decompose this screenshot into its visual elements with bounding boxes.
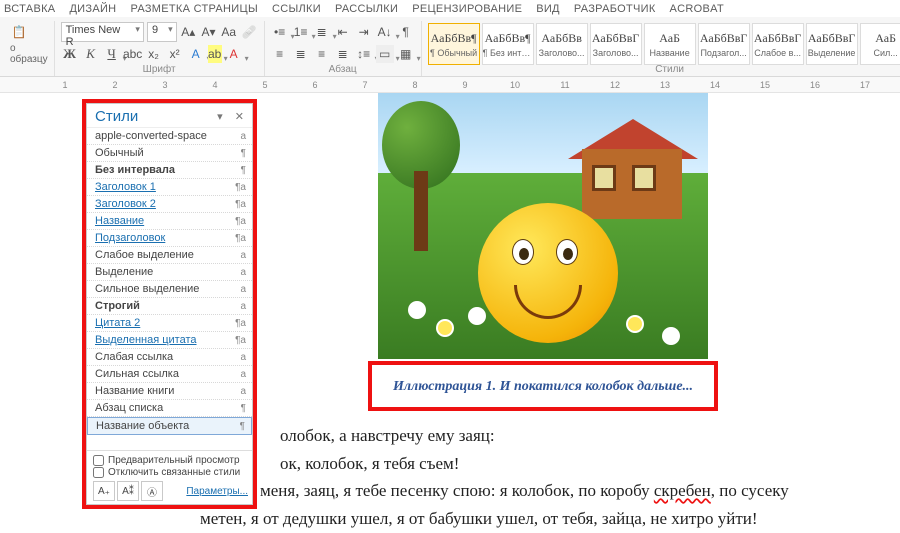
superscript-button[interactable]: x² [166, 45, 184, 63]
style-list-item[interactable]: Выделенная цитата¶a [87, 332, 252, 349]
bold-button[interactable]: Ж [61, 45, 79, 63]
manage-styles-icon[interactable]: Ⓐ [141, 481, 163, 501]
style-tile[interactable]: АаБНазвание [644, 23, 696, 65]
style-tile[interactable]: АаБбВвГПодзагол... [698, 23, 750, 65]
style-list-item[interactable]: Строгийa [87, 298, 252, 315]
preview-checkbox[interactable]: Предварительный просмотр [93, 455, 248, 466]
font-size-select[interactable]: 9 [147, 22, 177, 42]
styles-pane-title: Стили [95, 108, 138, 125]
font-group-label: Шрифт [55, 64, 264, 75]
style-list-item[interactable]: Сильное выделениеa [87, 281, 252, 298]
highlight-icon[interactable]: ab [208, 45, 222, 63]
format-painter-label[interactable]: о образцу [10, 43, 48, 65]
align-center-icon[interactable]: ≣ [292, 45, 310, 63]
line-spacing-icon[interactable]: ↕≡ [355, 45, 373, 63]
styles-gallery[interactable]: АаБбВв¶¶ ОбычныйАаБбВв¶¶ Без инте...АаБб… [428, 21, 900, 65]
style-list-item[interactable]: Название¶a [87, 213, 252, 230]
style-list-item[interactable]: Название книгиa [87, 383, 252, 400]
ribbon-tabs: ВСТАВКА ДИЗАЙН РАЗМЕТКА СТРАНИЦЫ ССЫЛКИ … [0, 0, 900, 17]
style-list-item[interactable]: Абзац списка¶ [87, 400, 252, 417]
new-style-icon[interactable]: A₊ [93, 481, 115, 501]
align-left-icon[interactable]: ≡ [271, 45, 289, 63]
justify-icon[interactable]: ≣ [334, 45, 352, 63]
style-list-item[interactable]: Заголовок 2¶a [87, 196, 252, 213]
tab-layout[interactable]: РАЗМЕТКА СТРАНИЦЫ [130, 3, 258, 15]
illustration-caption[interactable]: Иллюстрация 1. И покатился колобок дальш… [393, 379, 693, 394]
italic-button[interactable]: К [82, 45, 100, 63]
disable-linked-checkbox[interactable]: Отключить связанные стили [93, 467, 248, 478]
pane-close-icon[interactable]: ✕ [235, 111, 246, 123]
style-tile[interactable]: АаБбВвГСлабое в... [752, 23, 804, 65]
document-area: Стили ▾ ✕ apple-converted-spaceaОбычный¶… [0, 93, 900, 515]
document-text[interactable]: олобок, а навстречу ему заяц: ок, колобо… [200, 423, 890, 533]
shrink-font-icon[interactable]: A▾ [200, 23, 217, 41]
style-tile[interactable]: АаБСил... [860, 23, 900, 65]
pane-dropdown-icon[interactable]: ▾ [217, 111, 225, 123]
caption-frame: Иллюстрация 1. И покатился колобок дальш… [368, 361, 718, 411]
styles-pane-list[interactable]: apple-converted-spaceaОбычный¶Без интерв… [87, 127, 252, 450]
styles-group-label: Стили [422, 64, 900, 75]
style-list-item[interactable]: apple-converted-spacea [87, 128, 252, 145]
style-list-item[interactable]: Подзаголовок¶a [87, 230, 252, 247]
style-inspector-icon[interactable]: A⁑ [117, 481, 139, 501]
indent-right-icon[interactable]: ⇥ [355, 23, 373, 41]
tab-acrobat[interactable]: ACROBAT [670, 3, 724, 15]
sort-icon[interactable]: A↓ [376, 23, 394, 41]
style-list-item[interactable]: Цитата 2¶a [87, 315, 252, 332]
font-color-icon[interactable]: A [225, 45, 243, 63]
style-tile[interactable]: АаБбВвЗаголово... [536, 23, 588, 65]
style-tile[interactable]: АаБбВв¶¶ Обычный [428, 23, 480, 65]
style-tile[interactable]: АаБбВв¶¶ Без инте... [482, 23, 534, 65]
ribbon: 📋 о образцу Times New R 9 A▴ A▾ Aa 🩹 Ж К… [0, 17, 900, 77]
styles-pane: Стили ▾ ✕ apple-converted-spaceaОбычный¶… [86, 103, 253, 505]
style-list-item[interactable]: Заголовок 1¶a [87, 179, 252, 196]
paragraph-group-label: Абзац [265, 64, 421, 75]
style-tile[interactable]: АаБбВвГЗаголово... [590, 23, 642, 65]
numbering-icon[interactable]: 1≡ [292, 23, 310, 41]
borders-icon[interactable]: ▦ [397, 45, 415, 63]
underline-button[interactable]: Ч [103, 45, 121, 63]
indent-left-icon[interactable]: ⇤ [334, 23, 352, 41]
change-case-icon[interactable]: Aa [220, 23, 237, 41]
text-effects-icon[interactable]: A [187, 45, 205, 63]
style-list-item[interactable]: Слабое выделениеa [87, 247, 252, 264]
style-list-item[interactable]: Обычный¶ [87, 145, 252, 162]
clear-format-icon[interactable]: 🩹 [240, 23, 257, 41]
paste-icon[interactable]: 📋 [10, 23, 28, 41]
illustration-image [378, 93, 708, 359]
subscript-button[interactable]: x₂ [145, 45, 163, 63]
tab-mailings[interactable]: РАССЫЛКИ [335, 3, 398, 15]
styles-options-link[interactable]: Параметры... [186, 486, 248, 497]
tab-review[interactable]: РЕЦЕНЗИРОВАНИЕ [412, 3, 522, 15]
style-list-item[interactable]: Сильная ссылкаa [87, 366, 252, 383]
tab-developer[interactable]: РАЗРАБОТЧИК [574, 3, 656, 15]
font-name-select[interactable]: Times New R [61, 22, 144, 42]
align-right-icon[interactable]: ≡ [313, 45, 331, 63]
style-list-item[interactable]: Название объекта¶ [87, 417, 252, 435]
style-list-item[interactable]: Без интервала¶ [87, 162, 252, 179]
grow-font-icon[interactable]: A▴ [180, 23, 197, 41]
tab-design[interactable]: ДИЗАЙН [69, 3, 116, 15]
bullets-icon[interactable]: •≡ [271, 23, 289, 41]
pilcrow-icon[interactable]: ¶ [397, 23, 415, 41]
strike-button[interactable]: abc [124, 45, 142, 63]
horizontal-ruler[interactable]: 1234567891011121314151617 [0, 77, 900, 93]
tab-references[interactable]: ССЫЛКИ [272, 3, 321, 15]
style-tile[interactable]: АаБбВвГВыделение [806, 23, 858, 65]
tab-view[interactable]: ВИД [536, 3, 560, 15]
shading-icon[interactable]: ▭ [376, 45, 394, 63]
tab-insert[interactable]: ВСТАВКА [4, 3, 55, 15]
style-list-item[interactable]: Слабая ссылкаa [87, 349, 252, 366]
style-list-item[interactable]: Выделениеa [87, 264, 252, 281]
styles-pane-frame: Стили ▾ ✕ apple-converted-spaceaОбычный¶… [82, 99, 257, 509]
multilevel-icon[interactable]: ≣ [313, 23, 331, 41]
